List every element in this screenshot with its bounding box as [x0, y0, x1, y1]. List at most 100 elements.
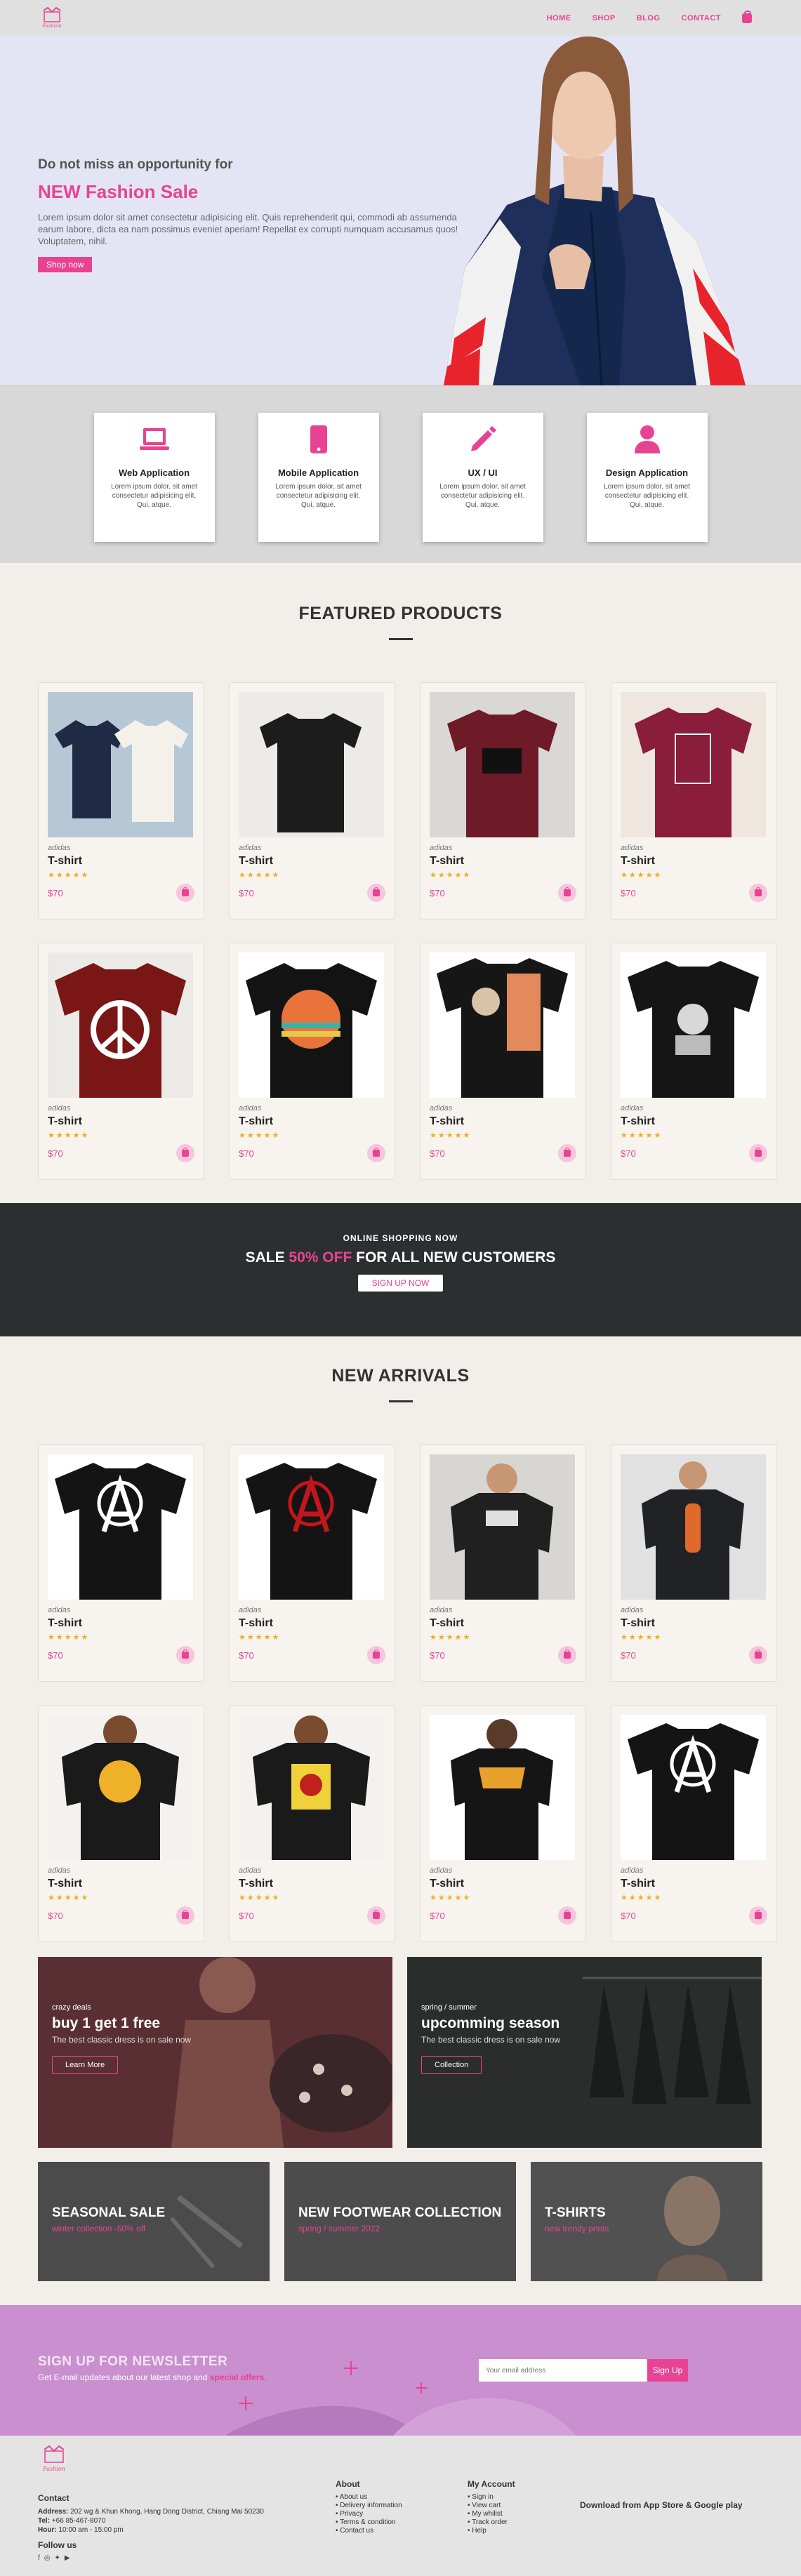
product-price: $70	[239, 1649, 254, 1661]
newsletter-desc: Get E-mail updates about our latest shop…	[38, 2372, 267, 2382]
footer-link[interactable]: Sign in	[468, 2493, 515, 2502]
shopping-bag-icon	[182, 887, 189, 896]
product-card[interactable]: adidas T-shirt ★★★★★ $70	[229, 943, 395, 1180]
product-card[interactable]: adidas T-shirt ★★★★★ $70	[420, 1705, 586, 1942]
footer-logo[interactable]: Fashion	[38, 2443, 70, 2476]
product-price: $70	[48, 1910, 63, 1921]
product-image	[430, 952, 575, 1098]
shopping-bag-icon	[564, 1148, 571, 1157]
banner-headline: SALE 50% OFF FOR ALL NEW CUSTOMERS	[0, 1249, 801, 1266]
product-image	[48, 1454, 193, 1600]
product-card[interactable]: adidas T-shirt ★★★★★ $70	[229, 1705, 395, 1942]
product-card[interactable]: adidas T-shirt ★★★★★ $70	[38, 682, 204, 919]
newsletter: SIGN UP FOR NEWSLETTER Get E-mail update…	[0, 2305, 801, 2436]
product-card[interactable]: adidas T-shirt ★★★★★ $70	[229, 1445, 395, 1682]
footer-address: Address: 202 wg & Khun Khong, Hang Dong …	[38, 2507, 305, 2516]
product-price: $70	[48, 1649, 63, 1661]
address-value: 202 wg & Khun Khong, Hang Dong District,…	[68, 2508, 264, 2516]
product-card[interactable]: adidas T-shirt ★★★★★ $70	[38, 1705, 204, 1942]
add-to-cart-button[interactable]	[176, 1646, 194, 1664]
product-rating: ★★★★★	[430, 1633, 472, 1642]
product-image	[621, 1715, 766, 1860]
add-to-cart-button[interactable]	[749, 884, 767, 902]
footer-link[interactable]: Contact us	[336, 2527, 402, 2535]
footwear-promo[interactable]: NEW FOOTWEAR COLLECTION spring / summer …	[284, 2162, 516, 2281]
nav-cart[interactable]	[742, 11, 752, 23]
promo-season: spring / summer upcomming season The bes…	[407, 1957, 762, 2148]
add-to-cart-button[interactable]	[367, 1646, 385, 1664]
page: Fashion HOME SHOP BLOG CONTACT Do not mi…	[0, 0, 801, 2576]
add-to-cart-button[interactable]	[749, 1906, 767, 1925]
banner-text: SALE	[245, 1249, 289, 1266]
shopping-bag-icon	[373, 1148, 380, 1157]
youtube-icon[interactable]: ▶	[65, 2554, 70, 2562]
twitter-icon[interactable]: ✦	[55, 2554, 60, 2562]
address-label: Address:	[38, 2508, 69, 2516]
learn-more-button[interactable]: Learn More	[52, 2056, 119, 2074]
footer-link[interactable]: Privacy	[336, 2510, 402, 2518]
service-card: Design Application Lorem ipsum dolor, si…	[586, 413, 708, 542]
add-to-cart-button[interactable]	[558, 884, 576, 902]
add-to-cart-button[interactable]	[367, 1144, 385, 1162]
footer-account-title: My Account	[468, 2479, 515, 2489]
service-desc: Lorem ipsum dolor, sit amet consectetur …	[604, 483, 690, 509]
add-to-cart-button[interactable]	[558, 1646, 576, 1664]
product-rating: ★★★★★	[621, 1633, 663, 1642]
footer-link[interactable]: About us	[336, 2493, 402, 2502]
sign-up-button[interactable]: Sign Up	[647, 2359, 688, 2382]
add-to-cart-button[interactable]	[176, 884, 194, 902]
banner-text: FOR ALL NEW CUSTOMERS	[352, 1249, 556, 1266]
product-card[interactable]: adidas T-shirt ★★★★★ $70	[420, 682, 586, 919]
product-card[interactable]: adidas T-shirt ★★★★★ $70	[611, 682, 777, 919]
product-card[interactable]: adidas T-shirt ★★★★★ $70	[420, 1445, 586, 1682]
product-price: $70	[239, 1910, 254, 1921]
product-brand: adidas	[430, 1866, 453, 1875]
product-card[interactable]: adidas T-shirt ★★★★★ $70	[38, 1445, 204, 1682]
logo[interactable]: Fashion	[38, 6, 66, 30]
product-card[interactable]: adidas T-shirt ★★★★★ $70	[229, 682, 395, 919]
add-to-cart-button[interactable]	[558, 1144, 576, 1162]
add-to-cart-button[interactable]	[367, 1906, 385, 1925]
footer-link[interactable]: Terms & condition	[336, 2518, 402, 2527]
product-card[interactable]: adidas T-shirt ★★★★★ $70	[420, 943, 586, 1180]
add-to-cart-button[interactable]	[558, 1906, 576, 1925]
product-card[interactable]: adidas T-shirt ★★★★★ $70	[611, 1705, 777, 1942]
product-rating: ★★★★★	[48, 1633, 90, 1642]
add-to-cart-button[interactable]	[176, 1906, 194, 1925]
hero-pretitle: Do not miss an opportunity for	[38, 157, 233, 172]
footer-link[interactable]: Delivery information	[336, 2502, 402, 2510]
product-card[interactable]: adidas T-shirt ★★★★★ $70	[611, 1445, 777, 1682]
product-image	[621, 952, 766, 1098]
product-brand: adidas	[48, 1104, 71, 1113]
add-to-cart-button[interactable]	[749, 1144, 767, 1162]
shopping-bag-icon	[373, 1649, 380, 1659]
footer-link[interactable]: View cart	[468, 2502, 515, 2510]
shopping-bag-icon	[182, 1910, 189, 1919]
tshirts-promo[interactable]: T-SHIRTS new trendy prints	[531, 2162, 762, 2281]
nav-link-blog[interactable]: BLOG	[637, 14, 661, 22]
add-to-cart-button[interactable]	[749, 1646, 767, 1664]
collection-button[interactable]: Collection	[421, 2056, 482, 2074]
sign-up-now-button[interactable]: SIGN UP NOW	[357, 1275, 444, 1292]
facebook-icon[interactable]: f	[38, 2554, 40, 2562]
product-brand: adidas	[621, 1606, 644, 1614]
nav-link-contact[interactable]: CONTACT	[682, 14, 721, 22]
arrivals-title: NEW ARRIVALS	[331, 1366, 470, 1386]
product-card[interactable]: adidas T-shirt ★★★★★ $70	[38, 943, 204, 1180]
instagram-icon[interactable]: ◎	[44, 2554, 51, 2562]
hero-description: Lorem ipsum dolor sit amet consectetur a…	[38, 212, 458, 246]
nav-link-home[interactable]: HOME	[547, 14, 571, 22]
add-to-cart-button[interactable]	[176, 1144, 194, 1162]
seasonal-sale-promo[interactable]: SEASONAL SALE winter collection -50% off	[38, 2162, 270, 2281]
product-card[interactable]: adidas T-shirt ★★★★★ $70	[611, 943, 777, 1180]
footer-link[interactable]: My whilist	[468, 2510, 515, 2518]
service-card: Web Application Lorem ipsum dolor, sit a…	[93, 413, 215, 542]
footer-link[interactable]: Track order	[468, 2518, 515, 2527]
footer-link[interactable]: Help	[468, 2527, 515, 2535]
footer-about: About About us Delivery information Priv…	[336, 2479, 402, 2535]
shop-now-button[interactable]: Shop now	[38, 257, 93, 272]
nav-link-shop[interactable]: SHOP	[593, 14, 616, 22]
product-name: T-shirt	[48, 1115, 82, 1127]
email-field[interactable]	[479, 2359, 647, 2382]
add-to-cart-button[interactable]	[367, 884, 385, 902]
